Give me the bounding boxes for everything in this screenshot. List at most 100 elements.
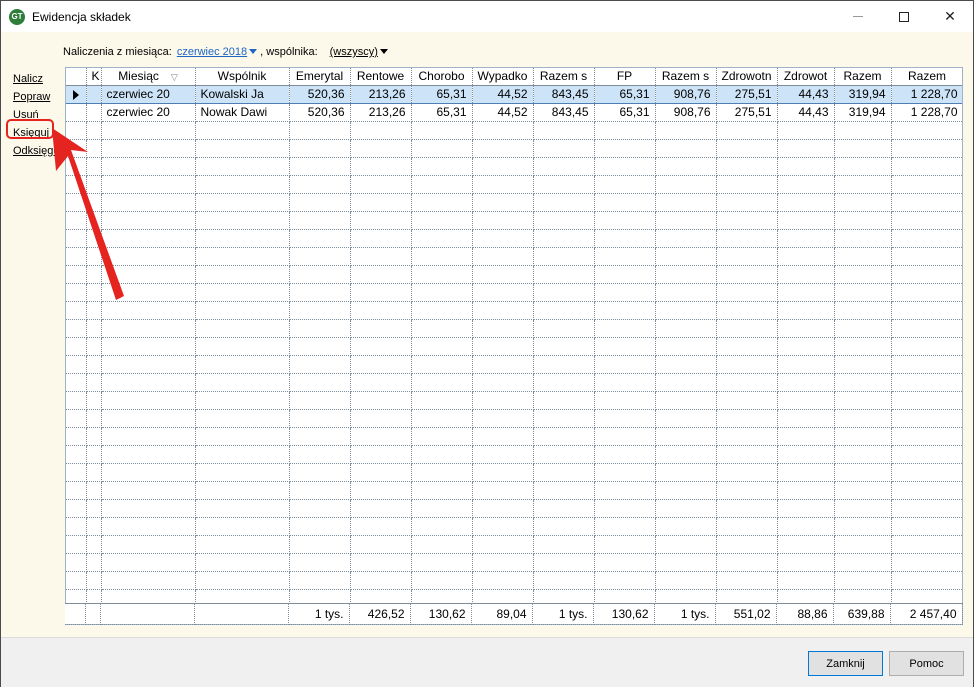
minimize-button[interactable]: [835, 1, 881, 32]
table-row[interactable]: [66, 445, 962, 464]
close-button[interactable]: Zamknij: [808, 651, 883, 676]
table-cell: [594, 463, 656, 482]
table-cell: [350, 211, 412, 230]
total-cell: 1 tys.: [532, 603, 594, 625]
table-cell: [716, 139, 778, 158]
column-header[interactable]: Razem: [834, 68, 892, 86]
sidebar-item-calculate[interactable]: Nalicz: [13, 70, 63, 88]
table-cell: [533, 373, 595, 392]
table-cell: [716, 409, 778, 428]
column-header[interactable]: Razem s: [533, 68, 595, 86]
column-header[interactable]: Rentowe: [350, 68, 412, 86]
table-cell: [101, 553, 196, 572]
column-header[interactable]: Wypadko: [472, 68, 534, 86]
table-cell: [594, 121, 656, 140]
month-filter-dropdown[interactable]: czerwiec 2018: [177, 46, 258, 58]
table-row[interactable]: [66, 265, 962, 284]
table-cell: [101, 157, 196, 176]
table-row[interactable]: [66, 121, 962, 140]
table-row[interactable]: [66, 355, 962, 374]
table-cell: [350, 481, 412, 500]
close-window-button[interactable]: ✕: [927, 1, 973, 32]
table-row[interactable]: [66, 409, 962, 428]
column-header[interactable]: Zdrowot: [777, 68, 835, 86]
column-header[interactable]: [66, 68, 87, 86]
table-cell: [411, 265, 473, 284]
table-row[interactable]: [66, 517, 962, 536]
table-cell: [411, 157, 473, 176]
column-header[interactable]: Wspólnik: [195, 68, 290, 86]
sidebar-item-unpost[interactable]: Odksięguj: [13, 142, 63, 160]
table-cell: [195, 571, 290, 590]
partner-filter-dropdown[interactable]: (wszyscy): [330, 46, 388, 58]
table-cell: [655, 193, 717, 212]
sidebar-item-edit[interactable]: Popraw: [13, 88, 63, 106]
table-cell: [594, 517, 656, 536]
table-cell: [195, 265, 290, 284]
table-row[interactable]: [66, 571, 962, 590]
table-cell: [289, 247, 351, 266]
table-cell: 44,43: [777, 103, 835, 122]
table-cell: [411, 247, 473, 266]
table-row[interactable]: [66, 463, 962, 482]
table-cell: [195, 373, 290, 392]
table-row[interactable]: [66, 175, 962, 194]
table-cell: [195, 445, 290, 464]
table-row[interactable]: [66, 211, 962, 230]
table-row[interactable]: [66, 193, 962, 212]
table-row[interactable]: [66, 229, 962, 248]
table-cell: [101, 265, 196, 284]
table-cell: [101, 283, 196, 302]
table-cell: [594, 373, 656, 392]
table-cell: [655, 355, 717, 374]
help-button[interactable]: Pomoc: [889, 651, 964, 676]
table-cell: [411, 409, 473, 428]
table-row[interactable]: [66, 553, 962, 572]
table-cell: [533, 409, 595, 428]
table-cell: [101, 409, 196, 428]
table-row[interactable]: [66, 427, 962, 446]
table-cell: 908,76: [655, 84, 717, 104]
table-cell: [350, 265, 412, 284]
column-header[interactable]: Miesiąc ▽: [101, 68, 196, 86]
table-cell: [86, 373, 102, 392]
table-row[interactable]: [66, 247, 962, 266]
table-row[interactable]: [66, 139, 962, 158]
table-row[interactable]: czerwiec 20 Nowak Dawi 520,36 213,26 65,31 44…: [66, 103, 962, 122]
table-cell: [86, 301, 102, 320]
table-cell: [891, 427, 962, 446]
maximize-button[interactable]: [881, 1, 927, 32]
table-cell: [472, 391, 534, 410]
table-cell: [101, 427, 196, 446]
column-header[interactable]: Chorobo: [411, 68, 473, 86]
table-row[interactable]: [66, 535, 962, 554]
table-cell: [594, 247, 656, 266]
table-row[interactable]: [66, 157, 962, 176]
table-row[interactable]: czerwiec 20 Kowalski Ja 520,36 213,26 65,31 4…: [66, 84, 962, 104]
column-header[interactable]: Emerytal: [289, 68, 351, 86]
table-cell: [101, 319, 196, 338]
column-header[interactable]: K: [86, 68, 102, 86]
table-row[interactable]: [66, 283, 962, 302]
table-cell: 843,45: [533, 103, 595, 122]
column-header[interactable]: FP: [594, 68, 656, 86]
table-cell: [472, 139, 534, 158]
table-row[interactable]: [66, 373, 962, 392]
table-row[interactable]: [66, 391, 962, 410]
contributions-grid[interactable]: K Miesiąc ▽ Wspólnik Emerytal Rentowe Chorobo W…: [65, 67, 963, 625]
table-cell: [195, 121, 290, 140]
table-row[interactable]: [66, 301, 962, 320]
column-header[interactable]: Razem s: [655, 68, 717, 86]
table-cell: [195, 391, 290, 410]
table-cell: [716, 535, 778, 554]
table-row[interactable]: [66, 481, 962, 500]
table-row[interactable]: [66, 337, 962, 356]
table-row[interactable]: [66, 319, 962, 338]
row-indicator: [66, 445, 87, 464]
table-cell: [594, 265, 656, 284]
table-cell: [195, 193, 290, 212]
table-cell: [891, 553, 962, 572]
table-row[interactable]: [66, 499, 962, 518]
column-header[interactable]: Zdrowotn: [716, 68, 778, 86]
column-header[interactable]: Razem: [891, 68, 962, 86]
